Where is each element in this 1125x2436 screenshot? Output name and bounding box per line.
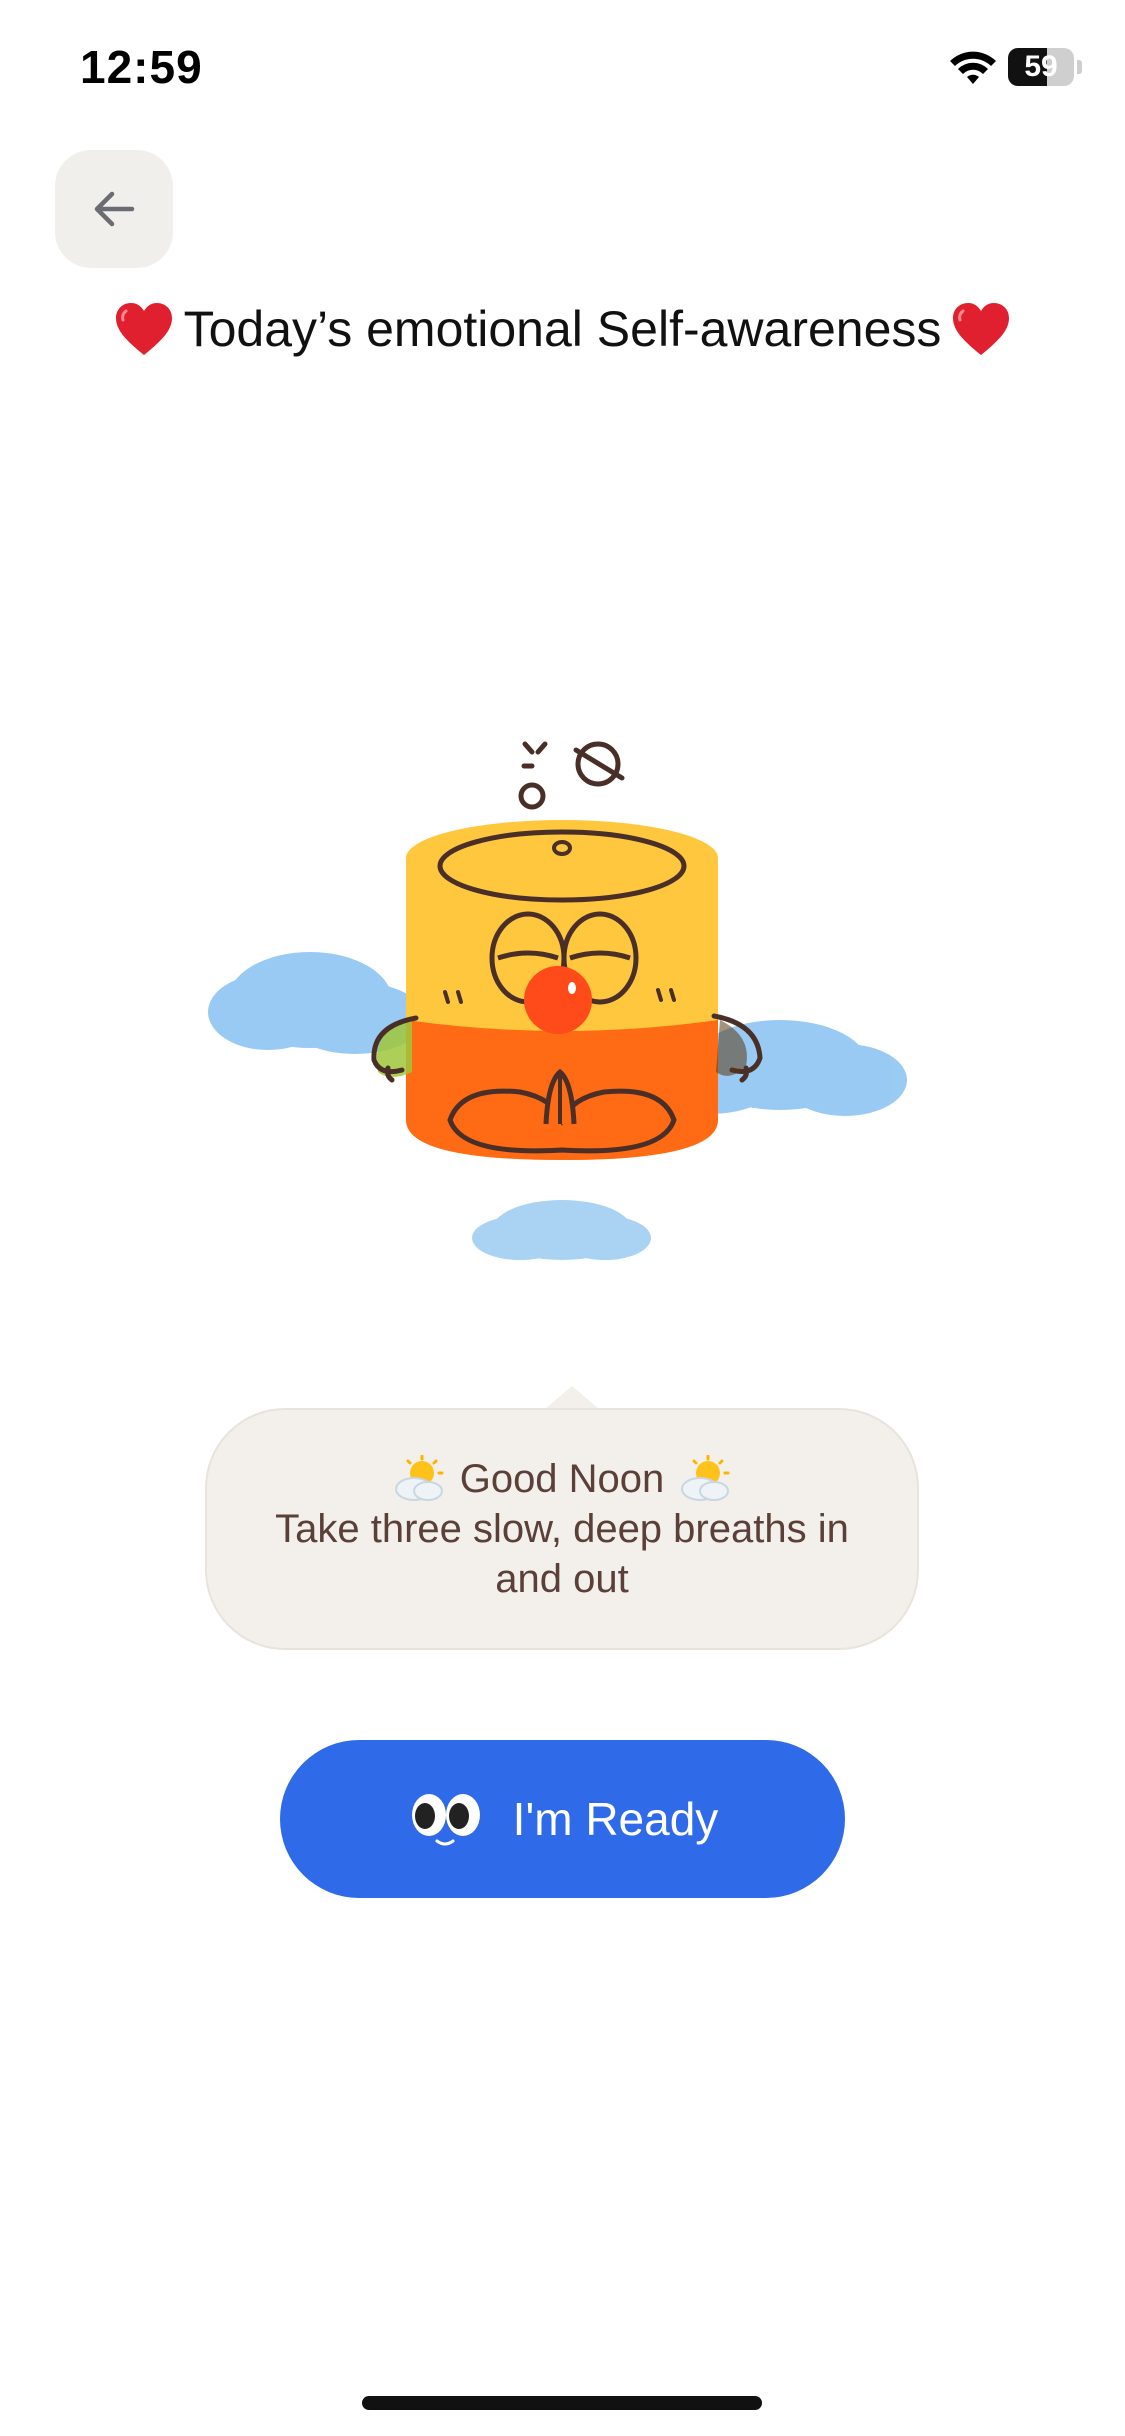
greeting-heading: Good Noon (392, 1454, 733, 1504)
character-body (371, 820, 763, 1160)
greeting-text: Good Noon (459, 1457, 665, 1501)
speech-bubble-tail (544, 1386, 600, 1410)
red-heart-icon (115, 302, 172, 355)
im-ready-label: I'm Ready (512, 1793, 719, 1845)
arrow-left-icon (94, 191, 135, 227)
battery-tip (1077, 60, 1082, 74)
home-indicator[interactable] (362, 2396, 762, 2410)
page-title: Today’s emotional Self-awareness (0, 300, 1125, 361)
eyes-icon (411, 1794, 480, 1846)
status-time: 12:59 (80, 41, 203, 93)
cloud-bottom (472, 1200, 651, 1260)
status-bar: 12:59 59 (0, 0, 1125, 140)
im-ready-button[interactable]: I'm Ready (280, 1740, 845, 1898)
sun-behind-cloud-icon (394, 1455, 444, 1501)
battery-level: 59 (1024, 50, 1058, 83)
breathing-instruction: Take three slow, deep breaths in and out (275, 1507, 849, 1601)
red-heart-icon (953, 302, 1010, 355)
meditating-character-illustration (208, 741, 907, 1260)
back-button[interactable] (55, 150, 173, 268)
battery-icon: 59 (1008, 48, 1074, 86)
sun-behind-cloud-icon (681, 1455, 730, 1501)
wifi-icon (950, 51, 996, 84)
page-title-text: Today’s emotional Self-awareness (183, 301, 942, 357)
message-bubble: Good Noon Take three slow, deep breaths … (205, 1408, 919, 1650)
floating-doodles (518, 741, 625, 810)
